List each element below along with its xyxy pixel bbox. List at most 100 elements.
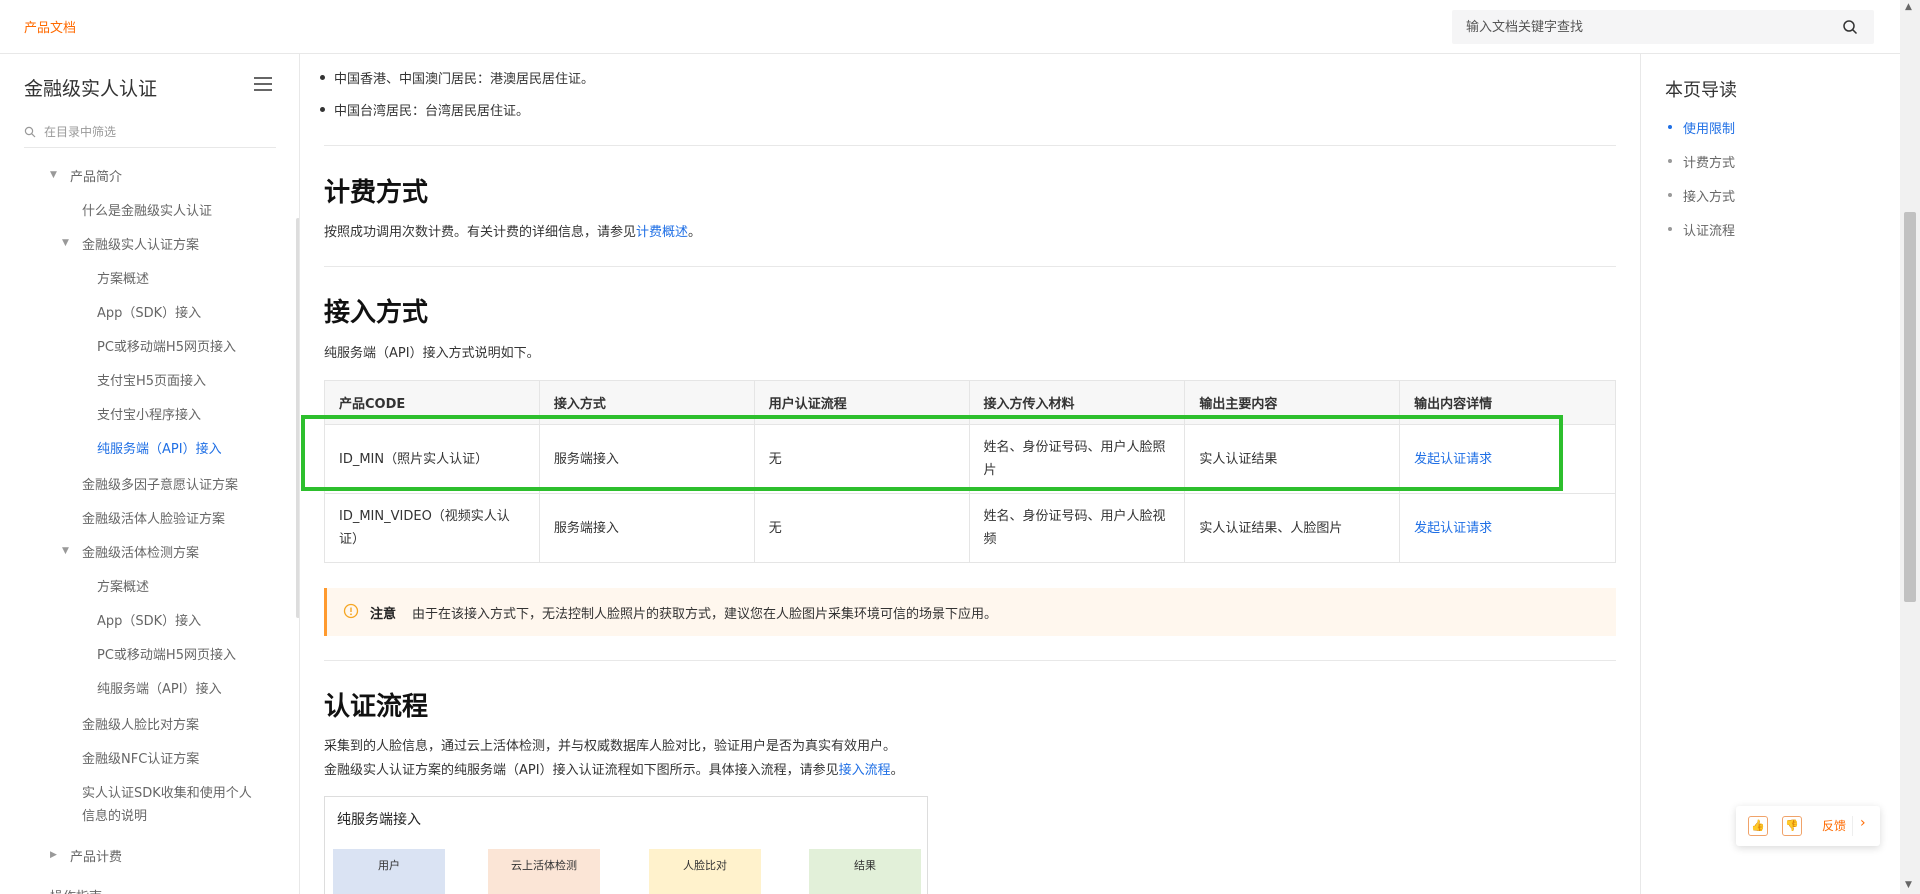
sidebar-item-billing[interactable]: 产品计费	[70, 846, 122, 865]
table-cell: ID_MIN_VIDEO（视频实人认证）	[324, 493, 540, 563]
toc-item-flow[interactable]: 认证流程	[1667, 220, 1735, 239]
warning-icon	[343, 603, 359, 619]
access-table: 产品CODE 接入方式 用户认证流程 接入方传入材料 输出主要内容 输出内容详情…	[324, 380, 1616, 563]
table-cell: 姓名、身份证号码、用户人脸照片	[968, 424, 1186, 494]
billing-text: 按照成功调用次数计费。有关计费的详细信息，请参见计费概述。	[324, 225, 702, 240]
table-header: 接入方式	[538, 380, 755, 425]
doc-sidebar: 金融级实人认证 ▼ 产品简介 什么是金融级实人认证 ▼ 金融级实人认证方案 方案…	[0, 54, 300, 894]
table-cell: 实人认证结果	[1184, 424, 1401, 494]
table-cell: 无	[753, 424, 970, 494]
sidebar-item[interactable]: 金融级活体检测方案	[82, 542, 199, 561]
diagram-box-liveness: 云上活体检测	[488, 849, 600, 894]
search-icon[interactable]	[1842, 19, 1858, 35]
sidebar-item[interactable]: 金融级多因子意愿认证方案	[82, 474, 238, 493]
page-scrollbar[interactable]: ▲ ▼	[1900, 0, 1920, 894]
sidebar-item[interactable]: 什么是金融级实人认证	[82, 200, 212, 219]
table-row: ID_MIN（照片实人认证） 服务端接入 无 姓名、身份证号码、用户人脸照片 实…	[324, 424, 1616, 494]
thumbs-up-icon[interactable]: 👍	[1748, 816, 1768, 836]
chevron-right-icon[interactable]: ›	[1860, 815, 1866, 831]
auth-request-link[interactable]: 发起认证请求	[1399, 424, 1616, 494]
sidebar-item[interactable]: 纯服务端（API）接入	[97, 678, 222, 697]
table-cell: 服务端接入	[538, 424, 755, 494]
access-flow-link[interactable]: 接入流程	[839, 763, 891, 778]
page-toc: 本页导读 使用限制 计费方式 接入方式 认证流程	[1640, 54, 1900, 894]
sidebar-item[interactable]: 信息的说明	[82, 805, 147, 824]
chevron-down-icon[interactable]: ▼	[62, 546, 69, 556]
table-row: ID_MIN_VIDEO（视频实人认证） 服务端接入 无 姓名、身份证号码、用户…	[324, 493, 1616, 563]
toc-item-access[interactable]: 接入方式	[1667, 186, 1735, 205]
auth-request-link[interactable]: 发起认证请求	[1399, 493, 1616, 563]
feedback-widget: 👍 👎 反馈 ›	[1736, 806, 1880, 846]
doc-search-box[interactable]	[1452, 10, 1874, 44]
diagram-box-face-compare: 人脸比对	[649, 849, 761, 894]
flow-diagram[interactable]: 纯服务端接入 用户 云上活体检测 人脸比对 结果	[324, 796, 928, 894]
scroll-up-icon[interactable]: ▲	[1905, 2, 1912, 12]
table-header: 接入方传入材料	[968, 380, 1186, 425]
sidebar-item-guide[interactable]: 操作指南	[50, 886, 102, 894]
list-item: 中国台湾居民：台湾居民居住证。	[319, 100, 529, 119]
sidebar-item[interactable]: 金融级人脸比对方案	[82, 714, 199, 733]
list-item: 中国香港、中国澳门居民：港澳居民居住证。	[319, 68, 594, 87]
sidebar-item[interactable]: 金融级活体人脸验证方案	[82, 508, 225, 527]
sidebar-item-active[interactable]: 纯服务端（API）接入	[97, 438, 222, 457]
doc-search-input[interactable]	[1452, 10, 1812, 44]
divider	[324, 266, 1616, 267]
access-text: 纯服务端（API）接入方式说明如下。	[324, 346, 540, 361]
chevron-down-icon[interactable]: ▼	[62, 238, 69, 248]
toc-item-billing[interactable]: 计费方式	[1667, 152, 1735, 171]
diagram-box-result: 结果	[809, 849, 921, 894]
sidebar-item[interactable]: 支付宝H5页面接入	[97, 370, 206, 389]
sidebar-item[interactable]: PC或移动端H5网页接入	[97, 644, 236, 663]
notice-text: 由于在该接入方式下，无法控制人脸照片的获取方式，建议您在人脸图片采集环境可信的场…	[412, 607, 998, 622]
divider	[1852, 816, 1853, 836]
sidebar-item[interactable]: 金融级实人认证方案	[82, 234, 199, 253]
table-cell: 实人认证结果、人脸图片	[1184, 493, 1401, 563]
billing-overview-link[interactable]: 计费概述	[636, 225, 688, 240]
table-header-row: 产品CODE 接入方式 用户认证流程 接入方传入材料 输出主要内容 输出内容详情	[324, 380, 1616, 425]
notice-box: 注意 由于在该接入方式下，无法控制人脸照片的获取方式，建议您在人脸图片采集环境可…	[324, 588, 1616, 636]
scrollbar-thumb[interactable]	[1904, 212, 1916, 602]
sidebar-item[interactable]: 方案概述	[97, 576, 149, 595]
diagram-title: 纯服务端接入	[337, 812, 421, 828]
table-header: 输出内容详情	[1399, 380, 1616, 425]
sidebar-item[interactable]: 实人认证SDK收集和使用个人	[82, 782, 252, 801]
sidebar-item[interactable]: PC或移动端H5网页接入	[97, 336, 236, 355]
sidebar-filter[interactable]	[24, 122, 276, 148]
table-cell: ID_MIN（照片实人认证）	[324, 424, 540, 494]
top-header: 产品文档	[0, 0, 1900, 54]
sidebar-filter-input[interactable]	[44, 122, 264, 142]
table-header: 用户认证流程	[753, 380, 970, 425]
scroll-down-icon[interactable]: ▼	[1905, 880, 1912, 890]
flow-text-1: 采集到的人脸信息，通过云上活体检测，并与权威数据库人脸对比，验证用户是否为真实有…	[324, 739, 897, 754]
main-content: 中国香港、中国澳门居民：港澳居民居住证。 中国台湾居民：台湾居民居住证。 计费方…	[300, 54, 1640, 894]
divider	[324, 145, 1616, 146]
divider	[324, 660, 1616, 661]
table-header: 输出主要内容	[1184, 380, 1401, 425]
flow-text-2: 金融级实人认证方案的纯服务端（API）接入认证流程如下图所示。具体接入流程，请参…	[324, 763, 904, 778]
sidebar-item[interactable]: 金融级NFC认证方案	[82, 748, 199, 767]
search-icon	[24, 126, 36, 138]
thumbs-down-icon[interactable]: 👎	[1782, 816, 1802, 836]
sidebar-item[interactable]: App（SDK）接入	[97, 610, 201, 629]
heading-flow: 认证流程	[324, 692, 429, 722]
sidebar-item-product-intro[interactable]: 产品简介	[70, 166, 122, 185]
chevron-right-icon[interactable]: ▶	[50, 850, 57, 860]
sidebar-item[interactable]: 方案概述	[97, 268, 149, 287]
menu-icon[interactable]	[254, 77, 272, 93]
heading-access: 接入方式	[324, 298, 429, 328]
diagram-box-user: 用户	[333, 849, 445, 894]
brand-link[interactable]: 产品文档	[24, 17, 76, 36]
toc-item-limits[interactable]: 使用限制	[1667, 118, 1735, 137]
feedback-button[interactable]: 反馈	[1822, 817, 1846, 834]
notice-title: 注意	[370, 607, 397, 622]
table-header: 产品CODE	[324, 380, 540, 425]
table-cell: 姓名、身份证号码、用户人脸视频	[968, 493, 1186, 563]
sidebar-item[interactable]: 支付宝小程序接入	[97, 404, 201, 423]
table-cell: 无	[753, 493, 970, 563]
table-cell: 服务端接入	[538, 493, 755, 563]
toc-title: 本页导读	[1665, 80, 1737, 101]
heading-billing: 计费方式	[324, 178, 429, 208]
chevron-down-icon[interactable]: ▼	[50, 170, 57, 180]
sidebar-item[interactable]: App（SDK）接入	[97, 302, 201, 321]
sidebar-title: 金融级实人认证	[24, 78, 158, 100]
